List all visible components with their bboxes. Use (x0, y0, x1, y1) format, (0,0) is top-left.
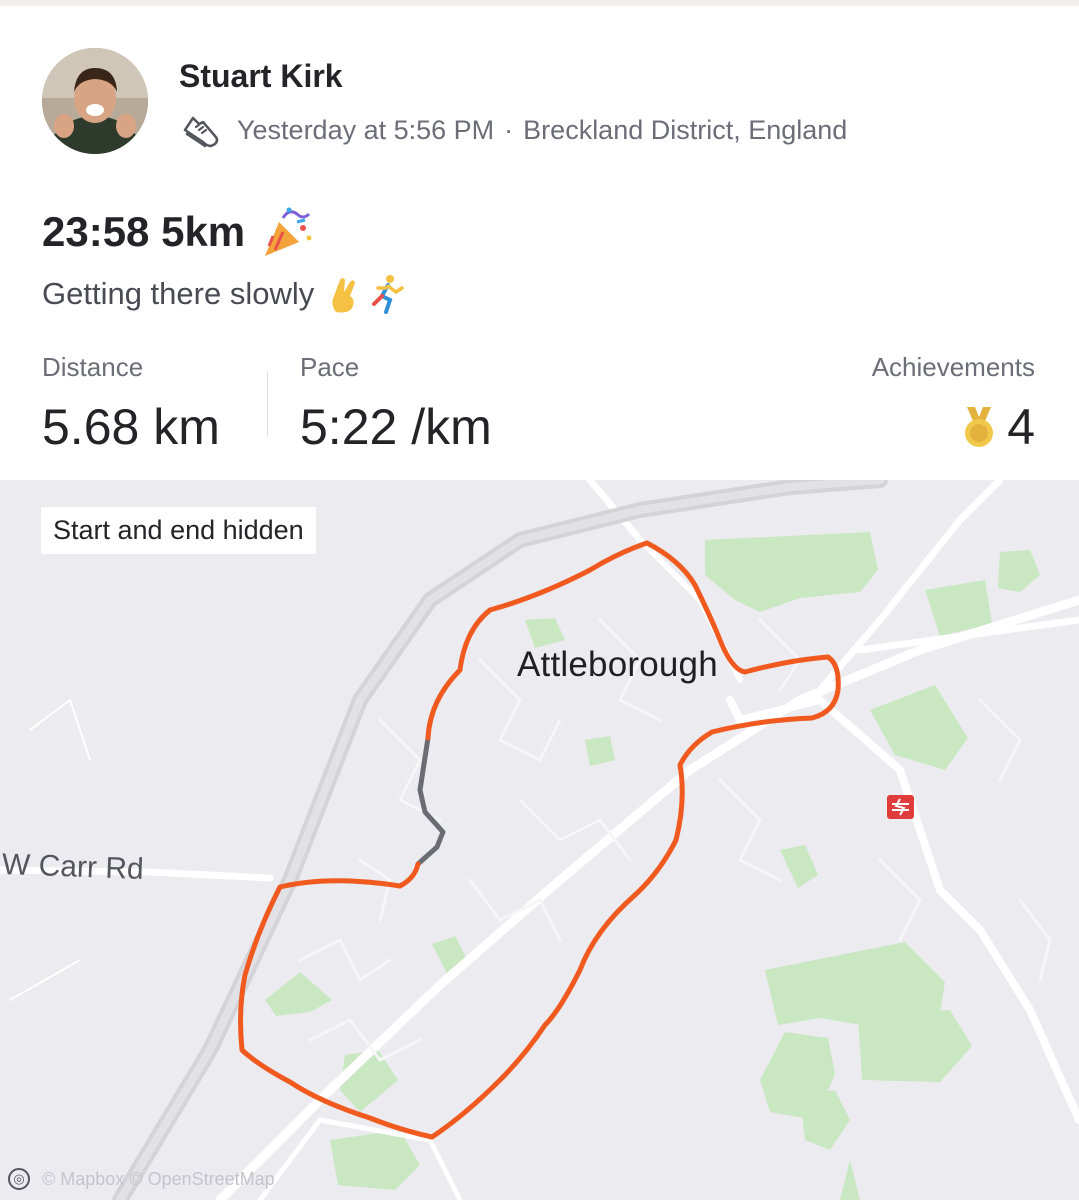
achievements-count: 4 (1007, 399, 1035, 455)
achievements-stat[interactable]: 4 (961, 398, 1035, 456)
distance-value: 5.68 km (42, 399, 220, 455)
activity-meta: Yesterday at 5:56 PM · Breckland Distric… (179, 110, 847, 150)
runner-icon (372, 275, 404, 314)
activity-timestamp: Yesterday at 5:56 PM (237, 114, 495, 145)
distance-label: Distance (42, 352, 144, 382)
activity-description: Getting there slowly (42, 274, 406, 314)
party-popper-icon (265, 207, 312, 256)
achievements-label: Achievements (871, 352, 1035, 382)
running-shoe-icon (183, 116, 219, 148)
town-label: Attleborough (517, 645, 718, 684)
road-label: W Carr Rd (1, 848, 145, 886)
activity-header: Stuart Kirk Yesterday at 5:56 PM · Breck… (0, 6, 1079, 480)
activity-title[interactable]: 23:58 5km (42, 204, 315, 260)
map-attribution[interactable]: ◎ © Mapbox © OpenStreetMap (8, 1168, 275, 1190)
medal-icon (965, 407, 994, 447)
rail-station-icon (887, 795, 914, 819)
mapbox-logo-icon: ◎ (8, 1168, 30, 1190)
map-canvas (0, 480, 1079, 1200)
route-map[interactable]: Start and end hidden Attleborough W Carr… (0, 480, 1079, 1200)
pace-value: 5:22 /km (300, 399, 492, 455)
stat-divider (267, 372, 268, 436)
athlete-name[interactable]: Stuart Kirk (179, 58, 343, 95)
avatar[interactable] (42, 48, 148, 154)
privacy-badge: Start and end hidden (41, 507, 316, 554)
attribution-text: © Mapbox © OpenStreetMap (42, 1168, 275, 1189)
description-text: Getting there slowly (42, 276, 315, 311)
meta-separator: · (504, 114, 514, 145)
activity-title-text: 23:58 5km (42, 208, 246, 255)
crossed-fingers-icon (332, 278, 356, 313)
activity-location: Breckland District, England (523, 114, 848, 145)
pace-label: Pace (300, 352, 360, 382)
